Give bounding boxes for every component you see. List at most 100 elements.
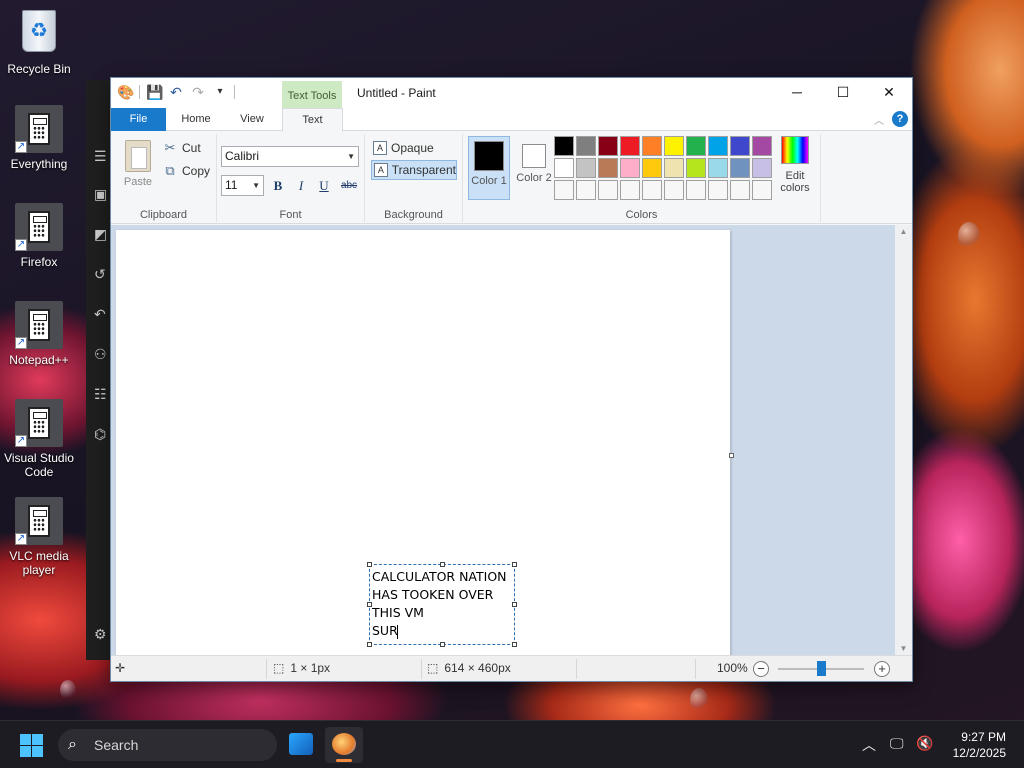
palette-swatch[interactable] [576, 180, 596, 200]
palette-swatch[interactable] [598, 136, 618, 156]
palette-swatch[interactable] [730, 136, 750, 156]
tab-home[interactable]: Home [171, 108, 221, 131]
minimize-ribbon-icon[interactable]: ︿ [874, 112, 884, 127]
palette-swatch[interactable] [686, 158, 706, 178]
paste-button[interactable]: Paste [119, 140, 157, 188]
title-bar[interactable]: 🎨 💾 ↶ ↷ ▾ Text Tools Untitled - Paint ─ … [111, 78, 912, 109]
palette-swatch[interactable] [664, 180, 684, 200]
desktop-icon-firefox[interactable]: ↗ Firefox [0, 203, 78, 269]
palette-swatch[interactable] [554, 158, 574, 178]
palette-swatch[interactable] [686, 136, 706, 156]
close-button[interactable]: ✕ [866, 78, 912, 106]
palette-swatch[interactable] [752, 180, 772, 200]
palette-swatch[interactable] [576, 136, 596, 156]
desktop-icon-notepad-plus-plus[interactable]: ↗ Notepad++ [0, 301, 78, 367]
image-icon[interactable]: ◩ [94, 226, 107, 243]
show-hidden-icons-chevron-icon[interactable]: ︿ [862, 735, 876, 755]
canvas-resize-handle[interactable] [729, 453, 734, 458]
extension-icon[interactable]: ⌬ [94, 426, 106, 443]
palette-swatch[interactable] [576, 158, 596, 178]
tab-file[interactable]: File [111, 108, 166, 131]
underline-button[interactable]: U [314, 176, 334, 196]
cut-button[interactable]: ✂ Cut [163, 140, 201, 156]
color-1-button[interactable]: Color 1 [468, 136, 510, 200]
taskbar-search[interactable]: ⌕ Search [58, 729, 277, 761]
bold-button[interactable]: B [268, 176, 288, 196]
palette-swatch[interactable] [598, 158, 618, 178]
palette-swatch[interactable] [642, 136, 662, 156]
edit-colors-button[interactable]: Edit colors [775, 136, 815, 194]
resize-handle[interactable] [367, 602, 372, 607]
help-icon[interactable]: ? [892, 111, 908, 127]
resize-handle[interactable] [367, 642, 372, 647]
font-family-select[interactable]: Calibri ▼ [221, 146, 359, 167]
resize-handle[interactable] [367, 562, 372, 567]
tab-view[interactable]: View [227, 108, 277, 131]
zoom-out-button[interactable]: − [753, 661, 769, 677]
start-button[interactable] [20, 734, 43, 757]
list-icon[interactable]: ☷ [94, 386, 107, 403]
taskbar-paint-app[interactable] [325, 727, 363, 763]
palette-swatch[interactable] [686, 180, 706, 200]
maximize-button[interactable]: ☐ [820, 78, 866, 106]
vertical-scrollbar[interactable]: ▲ ▼ [895, 225, 912, 655]
palette-swatch[interactable] [554, 180, 574, 200]
resize-handle[interactable] [440, 562, 445, 567]
desktop-icon-vlc-media-player[interactable]: ↗ VLC media player [0, 497, 78, 577]
redo-icon[interactable]: ↷ [190, 84, 206, 100]
minimize-button[interactable]: ─ [774, 78, 820, 106]
scroll-up-arrow-icon[interactable]: ▲ [895, 227, 912, 236]
zoom-slider-thumb[interactable] [817, 661, 826, 676]
color-2-button[interactable]: Color 2 [513, 136, 555, 200]
resize-handle[interactable] [512, 562, 517, 567]
resize-handle[interactable] [512, 642, 517, 647]
palette-swatch[interactable] [620, 136, 640, 156]
taskbar-gallery-app[interactable] [282, 727, 320, 763]
save-icon[interactable]: 💾 [146, 84, 163, 100]
palette-swatch[interactable] [620, 158, 640, 178]
undo-icon[interactable]: ↶ [168, 84, 184, 100]
palette-swatch[interactable] [554, 136, 574, 156]
font-size-select[interactable]: 11 ▼ [221, 175, 264, 196]
text-box[interactable]: CALCULATOR NATION HAS TOOKEN OVER THIS V… [367, 562, 517, 647]
taskbar-clock[interactable]: 9:27 PM 12/2/2025 [953, 729, 1006, 761]
files-icon[interactable]: ▣ [94, 186, 107, 203]
desktop-icon-visual-studio-code[interactable]: ↗ Visual Studio Code [0, 399, 78, 479]
customize-toolbar-icon[interactable]: ▾ [212, 84, 228, 100]
palette-swatch[interactable] [752, 136, 772, 156]
palette-swatch[interactable] [598, 180, 618, 200]
copy-button[interactable]: ⧉ Copy [163, 163, 210, 179]
palette-swatch[interactable] [664, 158, 684, 178]
menu-icon[interactable]: ☰ [94, 148, 107, 165]
drawing-canvas[interactable]: CALCULATOR NATION HAS TOOKEN OVER THIS V… [116, 230, 730, 655]
italic-button[interactable]: I [291, 176, 311, 196]
paint-app-icon[interactable]: 🎨 [117, 84, 134, 100]
transparent-option[interactable]: A Transparent [371, 160, 457, 180]
volume-muted-icon[interactable]: 🔇 [916, 735, 933, 752]
desktop-icon-everything[interactable]: ↗ Everything [0, 105, 78, 171]
palette-swatch[interactable] [752, 158, 772, 178]
undo-icon[interactable]: ↶ [94, 306, 106, 323]
palette-swatch[interactable] [708, 158, 728, 178]
zoom-in-button[interactable]: + [874, 661, 890, 677]
settings-icon[interactable]: ⚙ [94, 626, 107, 643]
palette-swatch[interactable] [620, 180, 640, 200]
network-icon[interactable]: 🖵 [890, 735, 904, 752]
tab-text[interactable]: Text [282, 108, 343, 132]
scroll-down-arrow-icon[interactable]: ▼ [895, 644, 912, 653]
history-icon[interactable]: ↺ [94, 266, 106, 283]
strikethrough-button[interactable]: abc [337, 176, 361, 196]
user-icon[interactable]: ⚇ [94, 346, 107, 363]
resize-handle[interactable] [440, 642, 445, 647]
desktop-icon-recycle-bin[interactable]: Recycle Bin [0, 8, 78, 76]
palette-swatch[interactable] [730, 158, 750, 178]
palette-swatch[interactable] [708, 136, 728, 156]
palette-swatch[interactable] [664, 136, 684, 156]
canvas-workspace[interactable]: CALCULATOR NATION HAS TOOKEN OVER THIS V… [111, 225, 896, 655]
resize-handle[interactable] [512, 602, 517, 607]
opaque-option[interactable]: A Opaque [371, 138, 457, 158]
palette-swatch[interactable] [642, 158, 662, 178]
palette-swatch[interactable] [642, 180, 662, 200]
palette-swatch[interactable] [730, 180, 750, 200]
palette-swatch[interactable] [708, 180, 728, 200]
